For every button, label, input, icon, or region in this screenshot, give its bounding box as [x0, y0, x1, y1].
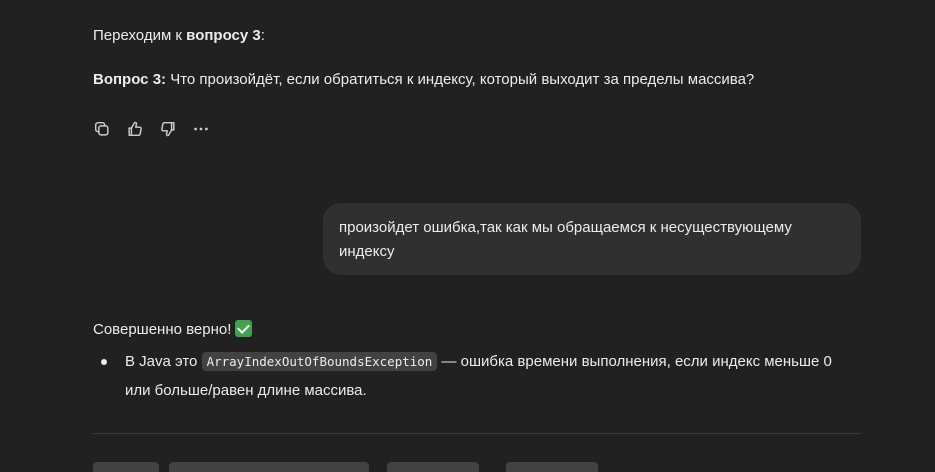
question-label: Вопрос 3:	[93, 71, 167, 88]
more-icon	[194, 127, 208, 131]
thumbs-up-button[interactable]	[124, 118, 146, 140]
bullet-line-1: В Java это ArrayIndexOutOfBoundsExceptio…	[125, 351, 832, 373]
assistant-intro-line: Переходим к вопросу 3:	[93, 25, 265, 47]
bullet-prefix: В Java это	[125, 353, 202, 370]
bullet-dot	[101, 359, 107, 365]
bullet-suffix: — ошибка времени выполнения, если индекс…	[437, 353, 832, 370]
next-code-fragment	[387, 462, 480, 472]
intro-prefix: Переходим к	[93, 27, 187, 44]
thumbs-up-icon	[128, 121, 142, 137]
intro-suffix: :	[260, 27, 265, 44]
user-message-line-2: индексу	[339, 243, 395, 260]
chat-conversation: Переходим к вопросу 3: Вопрос 3: Что про…	[0, 0, 935, 472]
next-code-fragment	[505, 462, 598, 472]
user-message-line-1: произойдет ошибка,так как мы обращаемся …	[339, 219, 792, 236]
confirmation-text: Совершенно верно!	[93, 321, 232, 338]
copy-icon	[94, 121, 109, 136]
copy-button[interactable]	[91, 118, 113, 140]
confirmation-line: Совершенно верно!	[93, 319, 253, 341]
thumbs-down-button[interactable]	[157, 118, 179, 140]
next-text-fragment	[169, 462, 370, 472]
next-text-fragment	[93, 462, 159, 472]
more-options-button[interactable]	[190, 118, 212, 140]
user-message-bubble: произойдет ошибка,так как мы обращаемся …	[323, 203, 861, 275]
section-divider	[93, 433, 861, 434]
message-actions	[91, 118, 212, 140]
check-mark-icon	[235, 320, 253, 337]
question-line: Вопрос 3: Что произойдёт, если обратитьс…	[93, 69, 754, 91]
bullet-line-2: или больше/равен длине массива.	[125, 382, 367, 399]
intro-bold: вопросу 3	[186, 27, 261, 44]
exception-code: ArrayIndexOutOfBoundsException	[201, 352, 438, 371]
thumbs-down-icon	[161, 121, 175, 137]
question-text: Что произойдёт, если обратиться к индекс…	[166, 71, 755, 88]
next-question-partial	[93, 460, 598, 472]
